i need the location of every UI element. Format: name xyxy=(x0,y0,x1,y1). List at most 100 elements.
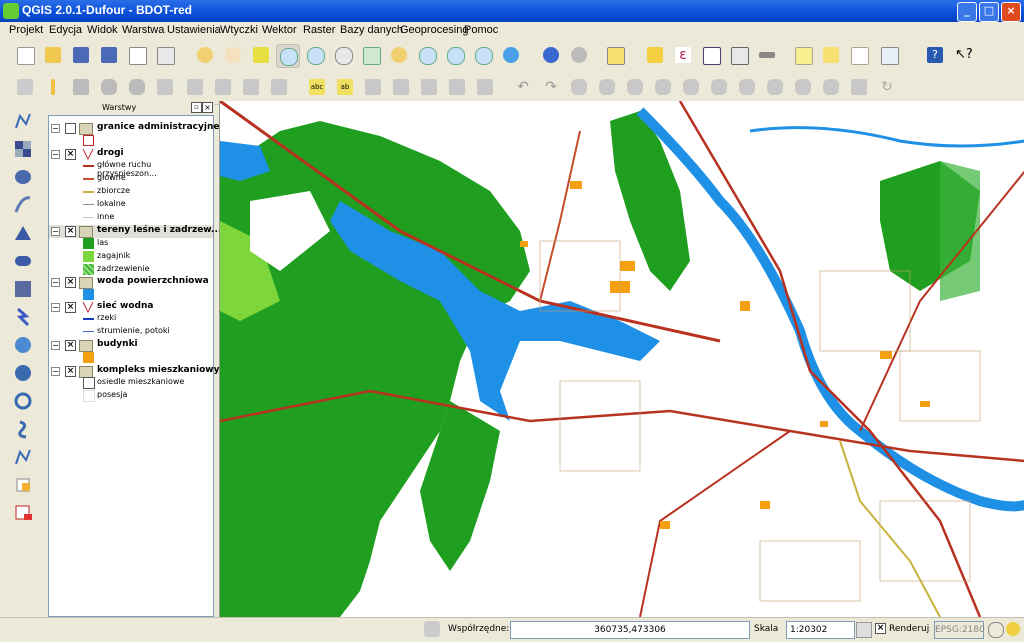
layer-tree[interactable]: − granice administracyjne − × drogi głów… xyxy=(48,115,221,617)
add-ring-icon[interactable] xyxy=(596,76,618,98)
add-raster-layer-icon[interactable] xyxy=(12,138,34,160)
map-canvas[interactable] xyxy=(219,101,1024,617)
add-wfs-layer-icon[interactable] xyxy=(12,334,34,356)
menu-edycja[interactable]: Edycja xyxy=(49,24,82,36)
float-panel-icon[interactable]: ▫ xyxy=(191,102,202,113)
render-checkbox[interactable]: × xyxy=(875,623,886,634)
zoom-actual-size-icon[interactable] xyxy=(332,44,354,66)
crs-status[interactable]: EPSG:2180 xyxy=(934,621,985,639)
zoom-out-icon[interactable] xyxy=(304,44,326,66)
menu-wtyczki[interactable]: Wtyczki xyxy=(220,24,258,36)
minimize-button[interactable]: _ xyxy=(957,2,977,22)
offset-curve-icon[interactable] xyxy=(736,76,758,98)
zoom-next-icon[interactable] xyxy=(444,44,466,66)
collapse-icon[interactable]: − xyxy=(51,367,60,376)
new-spatialite-icon[interactable] xyxy=(12,418,34,440)
simplify-icon[interactable] xyxy=(568,76,590,98)
add-wcs-layer-icon[interactable] xyxy=(12,306,34,328)
collapse-icon[interactable]: − xyxy=(51,227,60,236)
rotate-label-icon[interactable] xyxy=(418,76,440,98)
collapse-icon[interactable]: − xyxy=(51,124,60,133)
current-edits-icon[interactable] xyxy=(14,76,36,98)
add-vector-layer-icon[interactable] xyxy=(12,110,34,132)
actions-icon[interactable] xyxy=(568,44,590,66)
refresh-icon[interactable] xyxy=(500,44,522,66)
layer-group-tereny-lesne[interactable]: − × tereny leśne i zadrzew... xyxy=(49,225,221,238)
save-project-icon[interactable] xyxy=(70,44,92,66)
messages-icon[interactable] xyxy=(1006,622,1020,636)
identify-icon[interactable] xyxy=(540,44,562,66)
menu-widok[interactable]: Widok xyxy=(87,24,118,36)
delete-selected-icon[interactable] xyxy=(184,76,206,98)
new-print-composer-icon[interactable] xyxy=(126,44,148,66)
add-layer-to-overview-icon[interactable] xyxy=(12,502,34,524)
label-properties-icon[interactable] xyxy=(474,76,496,98)
menu-bazy-danych[interactable]: Bazy danych xyxy=(340,24,403,36)
rotate-point-icon[interactable]: ↻ xyxy=(876,76,898,98)
toggle-editing-icon[interactable] xyxy=(42,76,64,98)
menu-wektor[interactable]: Wektor xyxy=(262,24,297,36)
map-tips-icon[interactable] xyxy=(792,44,814,66)
undo-icon[interactable]: ↶ xyxy=(512,76,534,98)
collapse-icon[interactable]: − xyxy=(51,303,60,312)
add-feature-icon[interactable] xyxy=(98,76,120,98)
remove-layer-icon[interactable] xyxy=(12,446,34,468)
add-delimited-text-icon[interactable] xyxy=(12,362,34,384)
deselect-icon[interactable] xyxy=(644,44,666,66)
maximize-button[interactable]: □ xyxy=(979,2,999,22)
scale-combo[interactable]: 1:20302 xyxy=(786,621,855,639)
collapse-icon[interactable]: − xyxy=(51,341,60,350)
menu-ustawienia[interactable]: Ustawienia xyxy=(167,24,221,36)
zoom-to-selection-icon[interactable] xyxy=(388,44,410,66)
add-spatialite-layer-icon[interactable] xyxy=(12,194,34,216)
layer-checkbox[interactable]: × xyxy=(65,149,76,160)
menu-projekt[interactable]: Projekt xyxy=(9,24,43,36)
delete-part-icon[interactable] xyxy=(680,76,702,98)
close-button[interactable]: × xyxy=(1001,2,1021,22)
menu-raster[interactable]: Raster xyxy=(303,24,335,36)
label-icon[interactable]: abc xyxy=(306,76,328,98)
composer-manager-icon[interactable] xyxy=(154,44,176,66)
collapse-icon[interactable]: − xyxy=(51,150,60,159)
layer-checkbox[interactable]: × xyxy=(65,277,76,288)
change-label-icon[interactable] xyxy=(446,76,468,98)
zoom-last-icon[interactable] xyxy=(416,44,438,66)
field-calculator-icon[interactable]: ε xyxy=(672,44,694,66)
add-part-icon[interactable] xyxy=(624,76,646,98)
merge-features-icon[interactable] xyxy=(820,76,842,98)
coordinate-toggle-icon[interactable] xyxy=(424,621,440,637)
show-hide-labels-icon[interactable] xyxy=(362,76,384,98)
save-as-icon[interactable] xyxy=(98,44,120,66)
pan-to-selection-icon[interactable] xyxy=(194,44,216,66)
move-feature-icon[interactable] xyxy=(126,76,148,98)
new-project-icon[interactable] xyxy=(14,44,36,66)
add-mssql-layer-icon[interactable] xyxy=(12,222,34,244)
open-project-icon[interactable] xyxy=(42,44,64,66)
zoom-in-icon[interactable] xyxy=(276,44,300,68)
layer-checkbox[interactable]: × xyxy=(65,366,76,377)
paste-features-icon[interactable] xyxy=(268,76,290,98)
stop-render-icon[interactable] xyxy=(856,622,872,638)
pan-map-icon[interactable] xyxy=(222,44,244,66)
text-annotation-icon[interactable] xyxy=(878,44,900,66)
show-bookmarks-icon[interactable] xyxy=(848,44,870,66)
new-bookmark-icon[interactable] xyxy=(820,44,842,66)
copy-features-icon[interactable] xyxy=(240,76,262,98)
whats-this-icon[interactable]: ↖? xyxy=(952,44,974,66)
statistics-icon[interactable] xyxy=(728,44,750,66)
select-features-icon[interactable] xyxy=(604,44,626,66)
cut-features-icon[interactable] xyxy=(212,76,234,98)
split-parts-icon[interactable] xyxy=(792,76,814,98)
node-tool-icon[interactable] xyxy=(154,76,176,98)
layer-checkbox[interactable] xyxy=(65,123,76,134)
crs-globe-icon[interactable] xyxy=(988,622,1004,638)
collapse-icon[interactable]: − xyxy=(51,278,60,287)
layer-checkbox[interactable]: × xyxy=(65,226,76,237)
help-icon[interactable]: ? xyxy=(924,44,946,66)
close-panel-icon[interactable]: × xyxy=(202,102,213,113)
menu-warstwa[interactable]: Warstwa xyxy=(122,24,164,36)
add-oracle-layer-icon[interactable] xyxy=(12,250,34,272)
new-gpx-icon[interactable] xyxy=(12,474,34,496)
delete-ring-icon[interactable] xyxy=(652,76,674,98)
zoom-native-icon[interactable] xyxy=(472,44,494,66)
